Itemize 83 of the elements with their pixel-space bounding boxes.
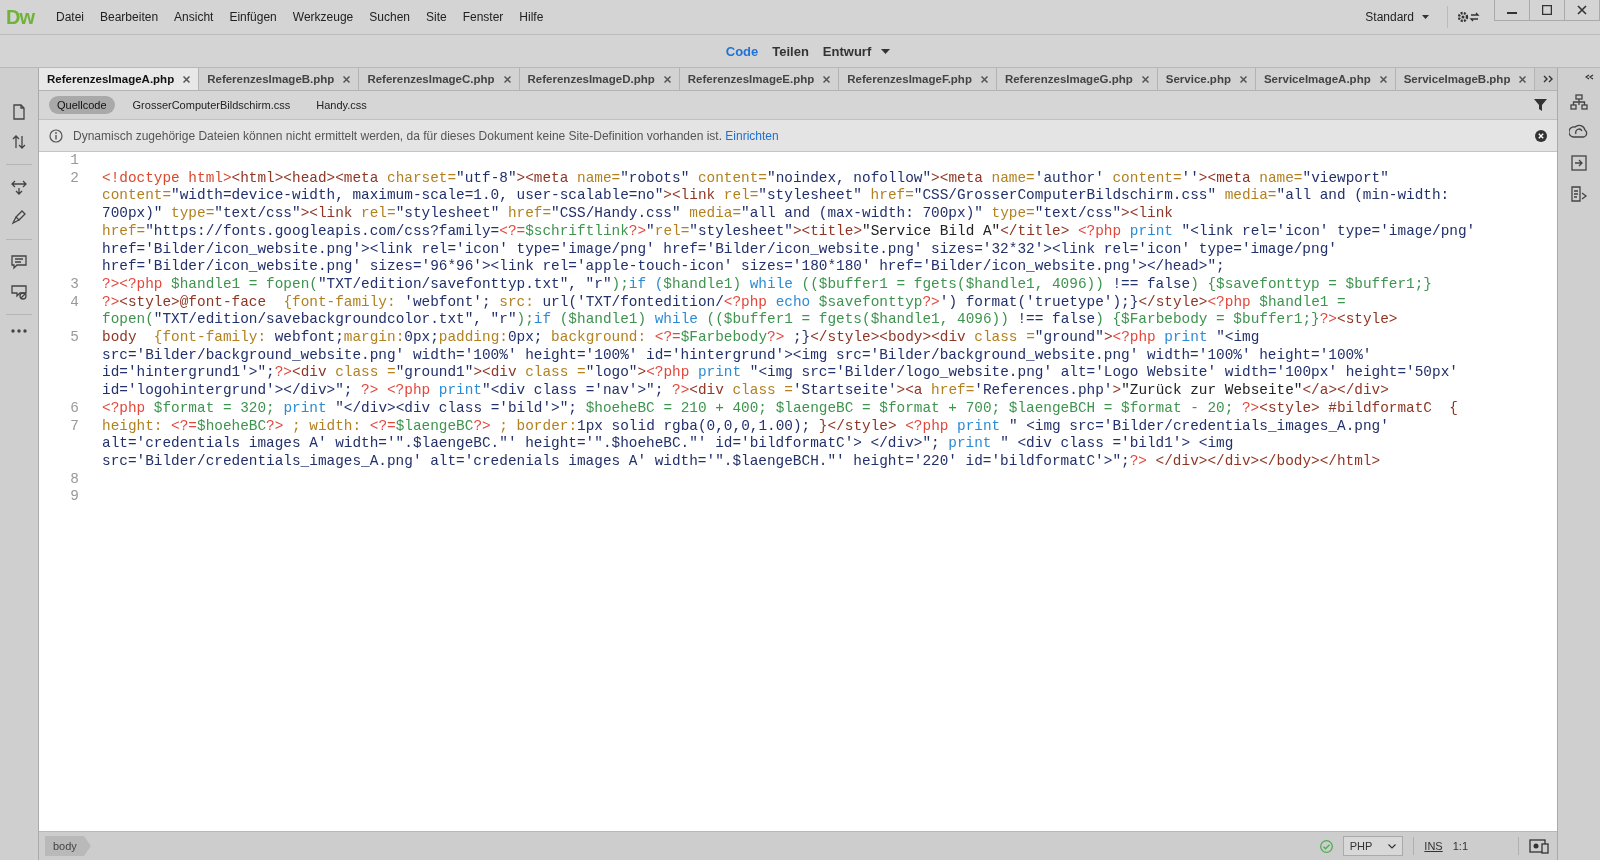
- code-line: href='Bilder/icon_website.png'><link rel='icon' type='image/png' href='Bilder/icon_website.png' sizes='32*32'><link rel='icon' type='image/png': [102, 240, 1338, 259]
- menu-item[interactable]: Fenster: [454, 10, 512, 24]
- document-tab[interactable]: ReferenzesImageC.php: [359, 68, 520, 90]
- menu-item[interactable]: Werkzeuge: [284, 10, 362, 24]
- code-line: body {font-family: webfont;margin:0px;padding:0px; background: <?=$Farbebody?> ;}</style><body><div class ="ground"><?php print "<img: [102, 329, 1261, 347]
- device-preview-icon[interactable]: [1529, 838, 1549, 854]
- code-line: href='Bilder/icon_website.png' sizes='96*96'><link rel='apple-touch-icon' sizes='180*180' href='Bilder/icon_website.png'></head>";: [102, 258, 1226, 276]
- line-number: 4: [69, 293, 79, 312]
- related-file-tab[interactable]: GrosserComputerBildschirm.css: [124, 96, 299, 114]
- code-line: id='hintergrund1'>";?><div class ="ground1"><div class ="logo"><?php print "<img src='Bilder/logo_website.png' alt='Logo Website' width='100px' height='50px': [102, 364, 1458, 383]
- info-icon: [49, 128, 63, 143]
- code-navigator-icon[interactable]: [1570, 186, 1588, 204]
- cursor-position: 1:1: [1452, 840, 1468, 852]
- more-icon[interactable]: [11, 329, 27, 333]
- view-tab[interactable]: Teilen: [772, 43, 809, 59]
- document-tab[interactable]: ReferenzesImageF.php: [839, 68, 997, 90]
- menu-item[interactable]: Site: [418, 10, 455, 24]
- line-number: 8: [69, 470, 79, 489]
- code-line: content="width=device-width, maximum-scale=1.0, user-scalable=no"><link rel="stylesheet" href="CSS/GrosserComputerBildschirm.css" media="all and (min-width:: [102, 187, 1451, 206]
- uncomment-icon[interactable]: [11, 284, 27, 300]
- line-number: 2: [69, 169, 79, 188]
- insert-mode-indicator[interactable]: INS: [1424, 840, 1443, 852]
- code-line: href="https://fonts.googleapis.com/css?family=<?=$schriftlink?>"rel="stylesheet"><title>"Service Bild A"</title> <?php print "<link rel='icon' type='image/png': [102, 222, 1476, 241]
- double-chevron-icon[interactable]: [1585, 74, 1594, 80]
- line-number: 7: [69, 417, 79, 436]
- settings-icon[interactable]: [1456, 9, 1480, 25]
- workspace-label[interactable]: Standard: [1365, 10, 1414, 24]
- code-line: ?><?php $handle1 = fopen("TXT/edition/savefonttyp.txt", "r");if ($handle1) while (($buffer1 = fgets($handle1, 4096)) !== false) {$savefonttyp = $buffer1;}: [102, 275, 1432, 294]
- chevron-down-icon: [1388, 843, 1397, 849]
- filter-icon[interactable]: [1534, 99, 1547, 111]
- menu-item[interactable]: Einfügen: [221, 10, 285, 24]
- code-line: 700px)" type="text/css"><link rel="stylesheet" href="CSS/Handy.css" media="all and (max-width: 700px)" type="text/css"><link: [102, 205, 1174, 223]
- insert-icon[interactable]: [1570, 154, 1588, 172]
- caret-icon: [1422, 15, 1429, 19]
- code-line: alt='credentials images A' width='".$laengeBC."' height='".$hoeheBC."' id='bildformatC'> </div>"; print " <div class ='bild1'> <img: [102, 435, 1235, 453]
- document-tab[interactable]: ReferenzesImageG.php: [996, 68, 1158, 90]
- line-number: 9: [69, 488, 79, 506]
- expand-icon[interactable]: [11, 179, 27, 195]
- tag-selector[interactable]: body: [45, 836, 91, 856]
- document-tab[interactable]: ReferenzesImageB.php: [199, 68, 360, 90]
- sitemap-icon[interactable]: [1570, 94, 1588, 110]
- code-line: <?php $format = 320; print "</div><div class ='bild'>"; $hoeheBC = 210 + 400; $laengeBC = $format + 700; $laengeBCH = $format - 20; ?><style> #bildformatC {: [102, 399, 1458, 418]
- setup-link[interactable]: Einrichten: [725, 128, 779, 143]
- brush-icon[interactable]: [11, 209, 27, 225]
- double-chevron-icon[interactable]: [1543, 75, 1554, 83]
- file-icon[interactable]: [11, 104, 27, 120]
- comment-icon[interactable]: [11, 254, 27, 270]
- app-logo: Dw: [6, 5, 34, 29]
- code-line: fopen("TXT/edition/savebackgroundcolor.txt", "r");if ($handle1) while (($buffer1 = fgets($handle1, 4096)) !== false) {$Farbebody = $buffer1;}?><style>: [102, 311, 1398, 329]
- code-line: src='Bilder/credentials_images_A.png' alt='credenials images A' width='".$laengeBCH."' height='220' id='bildformatC'>";?> </div></div></body></html>: [102, 452, 1382, 471]
- document-tab[interactable]: ReferenzesImageE.php: [679, 68, 840, 90]
- document-tab[interactable]: ReferenzesImageD.php: [519, 68, 680, 90]
- code-line: ?><style>@font-face {font-family: 'webfont'; src: url('TXT/fontedition/<?php echo $savefonttyp?>') format('truetype');}</style><?php $handle1 =: [102, 293, 1347, 312]
- document-tab[interactable]: ServiceImageA.php: [1255, 68, 1396, 90]
- related-file-tab[interactable]: Quellcode: [49, 96, 115, 114]
- up-down-arrows-icon[interactable]: [11, 134, 27, 150]
- menu-item[interactable]: Bearbeiten: [92, 10, 167, 24]
- check-circle-icon: [1319, 839, 1333, 853]
- code-line: id='logohintergrund'></div>"; ?> <?php print"<div class ='nav'>"; ?><div class ='Startseite'><a href='References.php'>"Zurück zur Webseite"</a></div>: [102, 382, 1390, 400]
- menu-item[interactable]: Ansicht: [166, 10, 222, 24]
- language-dropdown[interactable]: PHP: [1342, 836, 1404, 856]
- code-line: <!doctype html><html><head><meta charset="utf-8"><meta name="robots" content="noindex, nofollow"><meta name='author' content=''><meta name="viewport": [102, 169, 1390, 188]
- cloud-swirl-icon[interactable]: [1569, 124, 1589, 140]
- document-tab[interactable]: ReferenzesImageA.php: [39, 68, 200, 90]
- document-tab[interactable]: Service.php: [1157, 68, 1256, 90]
- code-line: height: <?=$hoeheBC?> ; width: <?=$laengeBC?> ; border:1px solid rgba(0,0,0,1.00); }</style> <?php print " <img src='Bilder/credentials_images_A.png': [102, 417, 1389, 436]
- document-tab[interactable]: ServiceImageB.php: [1395, 68, 1536, 90]
- menu-item[interactable]: Datei: [48, 10, 92, 24]
- line-number: 6: [69, 399, 79, 418]
- close-icon[interactable]: [1577, 5, 1587, 15]
- info-message: Dynamisch zugehörige Dateien können nicht ermittelt werden, da für dieses Dokument keine Site-Definition vorhanden ist. Einrichten: [73, 128, 779, 143]
- menu-item[interactable]: Hilfe: [511, 10, 552, 24]
- related-file-tab[interactable]: Handy.css: [308, 96, 375, 114]
- line-number: 3: [69, 275, 79, 294]
- menu-item[interactable]: Suchen: [361, 10, 418, 24]
- caret-icon[interactable]: [881, 48, 891, 54]
- code-line: src='Bilder/background_website.png' width='100%' height='100%' id='hintergrund'><img src='Bilder/background_website.png' width='100%' height='100%': [102, 346, 1373, 365]
- view-tab[interactable]: Entwurf: [822, 43, 872, 59]
- line-number: 1: [69, 152, 79, 170]
- close-icon[interactable]: [1535, 129, 1547, 142]
- close-icon[interactable]: [183, 75, 191, 83]
- line-number: 5: [69, 329, 79, 347]
- maximize-icon[interactable]: [1542, 5, 1552, 15]
